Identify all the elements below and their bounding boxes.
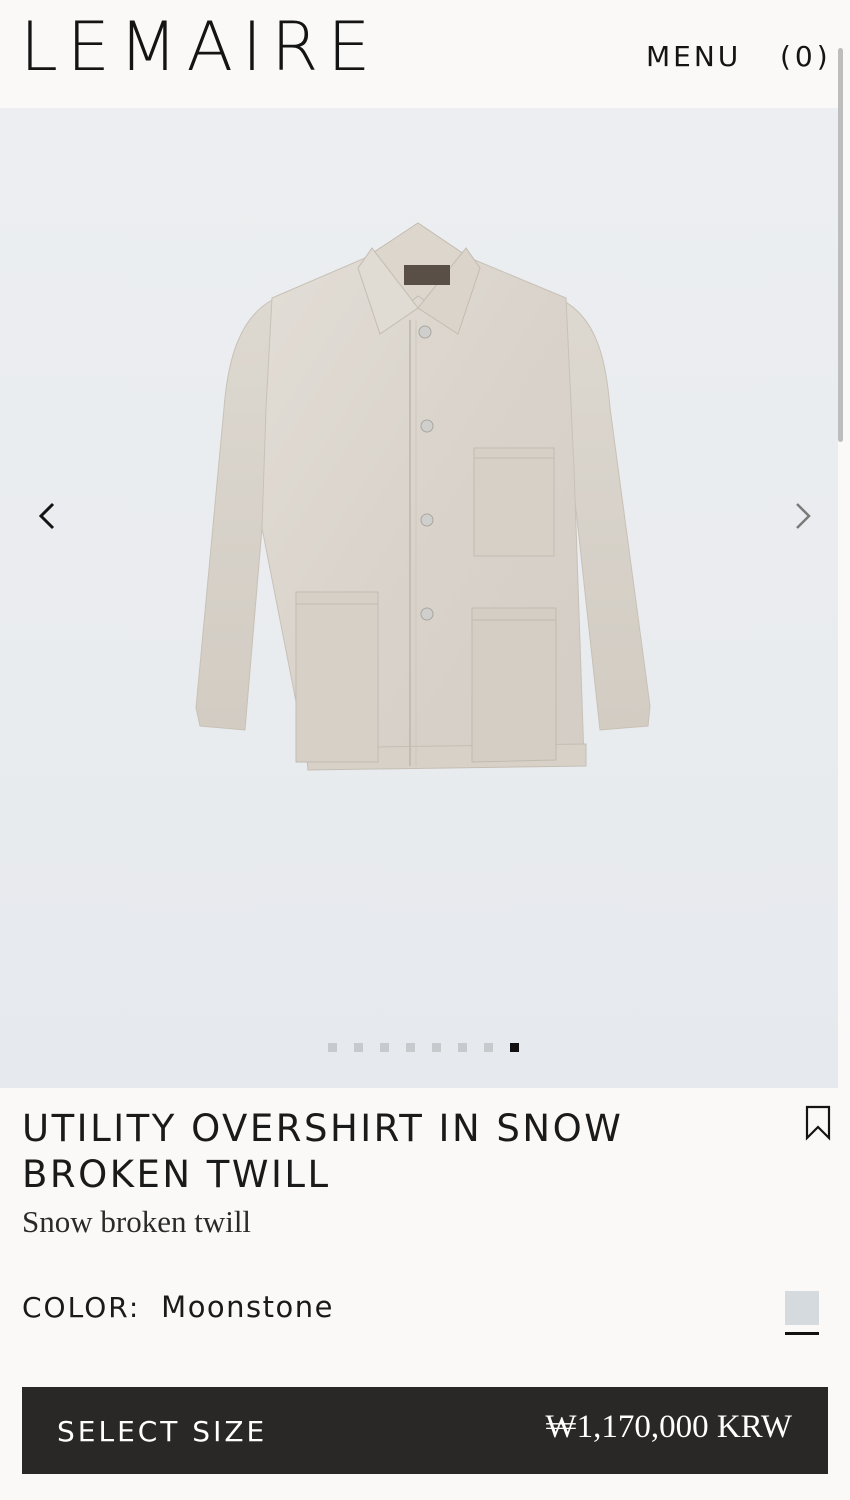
gallery-dot-active[interactable]	[510, 1043, 519, 1052]
gallery-dot[interactable]	[328, 1043, 337, 1052]
gallery-dot[interactable]	[380, 1043, 389, 1052]
gallery-dot[interactable]	[432, 1043, 441, 1052]
swatch-selected-indicator	[785, 1332, 819, 1335]
brand-logo[interactable]: LEMAIRE	[20, 14, 379, 82]
select-size-button[interactable]: SELECT SIZE ₩1,170,000 KRW	[22, 1387, 828, 1474]
menu-button[interactable]: MENU	[646, 40, 741, 73]
product-price: ₩1,170,000 KRW	[545, 1409, 792, 1445]
select-size-label: SELECT SIZE	[57, 1415, 268, 1448]
gallery-dot[interactable]	[354, 1043, 363, 1052]
product-title: UTILITY OVERSHIRT IN SNOW BROKEN TWILL	[22, 1107, 624, 1196]
site-header: LEMAIRE MENU (0)	[0, 0, 850, 108]
gallery-dot[interactable]	[458, 1043, 467, 1052]
gallery-dot[interactable]	[484, 1043, 493, 1052]
product-image-gallery[interactable]	[0, 108, 838, 1088]
cart-button[interactable]: (0)	[780, 40, 832, 73]
gallery-pagination	[328, 1043, 519, 1052]
product-subtitle: Snow broken twill	[22, 1204, 252, 1239]
chevron-right-icon[interactable]	[782, 496, 822, 536]
color-value: Moonstone	[161, 1290, 335, 1324]
chevron-left-icon[interactable]	[28, 496, 68, 536]
bookmark-icon[interactable]	[804, 1105, 832, 1141]
product-image	[195, 222, 651, 771]
color-swatch[interactable]	[785, 1291, 819, 1325]
color-selector: COLOR: Moonstone	[22, 1290, 334, 1324]
color-label: COLOR:	[22, 1291, 141, 1324]
gallery-dot[interactable]	[406, 1043, 415, 1052]
scrollbar[interactable]	[838, 48, 843, 442]
